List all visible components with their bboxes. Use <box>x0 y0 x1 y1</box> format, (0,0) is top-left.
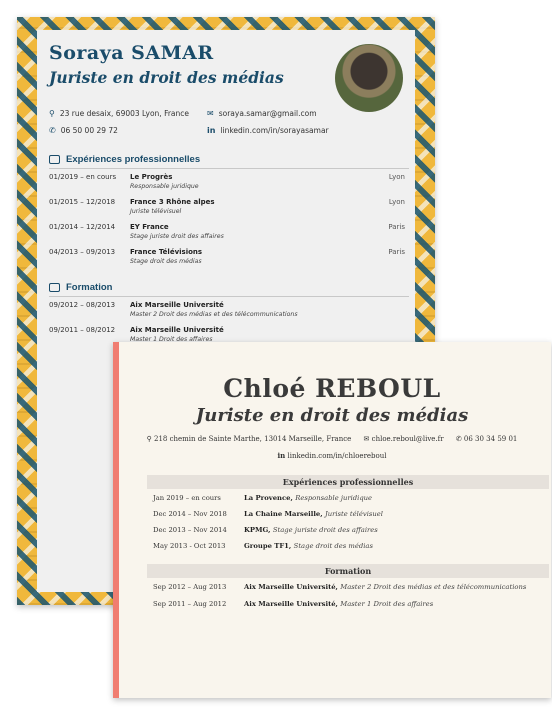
experience-dates: 01/2015 – 12/2018 <box>49 198 116 206</box>
experience-role: Stage droit des médias <box>130 258 202 265</box>
phone-icon: ✆ <box>49 126 56 135</box>
experience-item: Jan 2019 – en cours La Provence, Respons… <box>153 494 543 506</box>
experience-dates: May 2013 - Oct 2013 <box>153 542 226 550</box>
linkedin-icon: in <box>277 451 286 460</box>
education-org: Aix Marseille Université <box>130 301 224 309</box>
experience-org: Le Progrès <box>130 173 173 181</box>
experience-dates: Jan 2019 – en cours <box>153 494 221 502</box>
experience-city: Lyon <box>388 173 405 181</box>
education-item: Sep 2012 – Aug 2013 Aix Marseille Univer… <box>153 583 543 595</box>
experience-role: Responsable juridique <box>130 183 199 190</box>
education-dates: 09/2011 – 08/2012 <box>49 326 116 334</box>
experience-org: KPMG, Stage juriste droit des affaires <box>244 526 378 534</box>
experience-org: France 3 Rhône alpes <box>130 198 215 206</box>
phone-text: 06 50 00 29 72 <box>60 126 118 135</box>
experience-item: Dec 2013 – Nov 2014 KPMG, Stage juriste … <box>153 526 543 538</box>
experience-org: Groupe TF1, Stage droit des médias <box>244 542 373 550</box>
experience-org-name: Groupe TF1, <box>244 542 292 550</box>
experience-org: EY France <box>130 223 169 231</box>
education-item: 09/2012 – 08/2013 Aix Marseille Universi… <box>49 301 405 323</box>
experience-item: 01/2019 – en cours Le Progrès Responsabl… <box>49 173 405 195</box>
contact-linkedin: in linkedin.com/in/sorayasamar <box>207 126 329 135</box>
education-dates: Sep 2011 – Aug 2012 <box>153 600 227 608</box>
contact-address: ⚲ 218 chemin de Sainte Marthe, 13014 Mar… <box>147 435 354 443</box>
education-org: Aix Marseille Université, Master 2 Droit… <box>244 583 526 591</box>
phone-text: 06 30 34 59 01 <box>463 435 518 443</box>
experience-org-name: KPMG, <box>244 526 271 534</box>
experience-item: 01/2014 – 12/2014 EY France Stage jurist… <box>49 223 405 245</box>
phone-icon: ✆ <box>455 435 462 443</box>
education-degree: Master 1 Droit des affaires <box>340 600 434 608</box>
experience-org: La Chaine Marseille, Juriste télévisuel <box>244 510 383 518</box>
contact-phone: ✆ 06 50 00 29 72 <box>49 126 118 135</box>
linkedin-text: linkedin.com/in/sorayasamar <box>220 126 329 135</box>
experience-org: France Télévisions <box>130 248 203 256</box>
section-divider <box>49 296 409 297</box>
email-text: chloe.reboul@live.fr <box>371 435 444 443</box>
resume-name: Chloé REBOUL <box>223 374 441 403</box>
location-pin-icon: ⚲ <box>49 109 55 118</box>
envelope-icon: ✉ <box>363 435 370 443</box>
resume-job-title: Juriste en droit des médias <box>195 405 469 426</box>
education-dates: Sep 2012 – Aug 2013 <box>153 583 227 591</box>
experience-title-text: Expériences professionnelles <box>66 154 201 165</box>
email-text: soraya.samar@gmail.com <box>218 109 317 118</box>
contact-line: ⚲ 218 chemin de Sainte Marthe, 13014 Mar… <box>113 435 551 443</box>
education-org: Aix Marseille Université, Master 1 Droit… <box>244 600 433 608</box>
experience-city: Paris <box>388 223 405 231</box>
contact-address: ⚲ 23 rue desaix, 69003 Lyon, France <box>49 109 189 118</box>
experience-org: La Provence, Responsable juridique <box>244 494 372 502</box>
linkedin-icon: in <box>207 126 216 135</box>
briefcase-icon <box>49 155 60 164</box>
resume-chloe-reboul: Chloé REBOUL Juriste en droit des médias… <box>113 342 551 698</box>
resume-name: Soraya SAMAR <box>49 42 214 64</box>
address-text: 218 chemin de Sainte Marthe, 13014 Marse… <box>154 435 352 443</box>
experience-dates: Dec 2013 – Nov 2014 <box>153 526 227 534</box>
education-dates: 09/2012 – 08/2013 <box>49 301 116 309</box>
linkedin-text: linkedin.com/in/chloereboul <box>287 452 387 460</box>
experience-item: May 2013 - Oct 2013 Groupe TF1, Stage dr… <box>153 542 543 554</box>
contact-phone: ✆ 06 30 34 59 01 <box>456 435 518 443</box>
contact-email: ✉ soraya.samar@gmail.com <box>207 109 317 118</box>
experience-city: Lyon <box>388 198 405 206</box>
experience-role: Juriste télévisuel <box>130 208 182 215</box>
experience-dates: 01/2019 – en cours <box>49 173 117 181</box>
experience-role: Stage juriste droit des affaires <box>272 526 378 534</box>
experience-role: Juriste télévisuel <box>325 510 383 518</box>
address-text: 23 rue desaix, 69003 Lyon, France <box>59 109 190 118</box>
experience-dates: 01/2014 – 12/2014 <box>49 223 116 231</box>
education-section-title: Formation <box>147 564 549 578</box>
experience-item: 04/2013 – 09/2013 France Télévisions Sta… <box>49 248 405 270</box>
experience-role: Stage droit des médias <box>293 542 373 550</box>
education-degree: Master 2 Droit des médias et des télécom… <box>130 311 298 318</box>
location-pin-icon: ⚲ <box>146 435 152 443</box>
experience-role: Responsable juridique <box>295 494 373 502</box>
education-org: Aix Marseille Université <box>130 326 224 334</box>
experience-dates: Dec 2014 – Nov 2018 <box>153 510 227 518</box>
education-org-name: Aix Marseille Université, <box>244 583 338 591</box>
resume-job-title: Juriste en droit des médias <box>49 68 284 87</box>
graduation-icon <box>49 283 60 292</box>
experience-section-title: Expériences professionnelles <box>147 475 549 489</box>
section-divider <box>49 168 409 169</box>
experience-role: Stage juriste droit des affaires <box>130 233 224 240</box>
experience-item: 01/2015 – 12/2018 France 3 Rhône alpes J… <box>49 198 405 220</box>
experience-org-name: La Provence, <box>244 494 293 502</box>
education-section-title: Formation <box>49 282 112 293</box>
contact-email: ✉ chloe.reboul@live.fr <box>364 435 446 443</box>
experience-org-name: La Chaine Marseille, <box>244 510 323 518</box>
education-item: Sep 2011 – Aug 2012 Aix Marseille Univer… <box>153 600 543 612</box>
education-org-name: Aix Marseille Université, <box>244 600 338 608</box>
experience-section-title: Expériences professionnelles <box>49 154 200 165</box>
contact-linkedin: in linkedin.com/in/chloereboul <box>113 451 551 460</box>
experience-item: Dec 2014 – Nov 2018 La Chaine Marseille,… <box>153 510 543 522</box>
experience-city: Paris <box>388 248 405 256</box>
education-degree: Master 2 Droit des médias et des télécom… <box>340 583 527 591</box>
profile-photo <box>335 44 403 112</box>
education-title-text: Formation <box>66 282 113 293</box>
envelope-icon: ✉ <box>207 109 214 118</box>
experience-dates: 04/2013 – 09/2013 <box>49 248 116 256</box>
